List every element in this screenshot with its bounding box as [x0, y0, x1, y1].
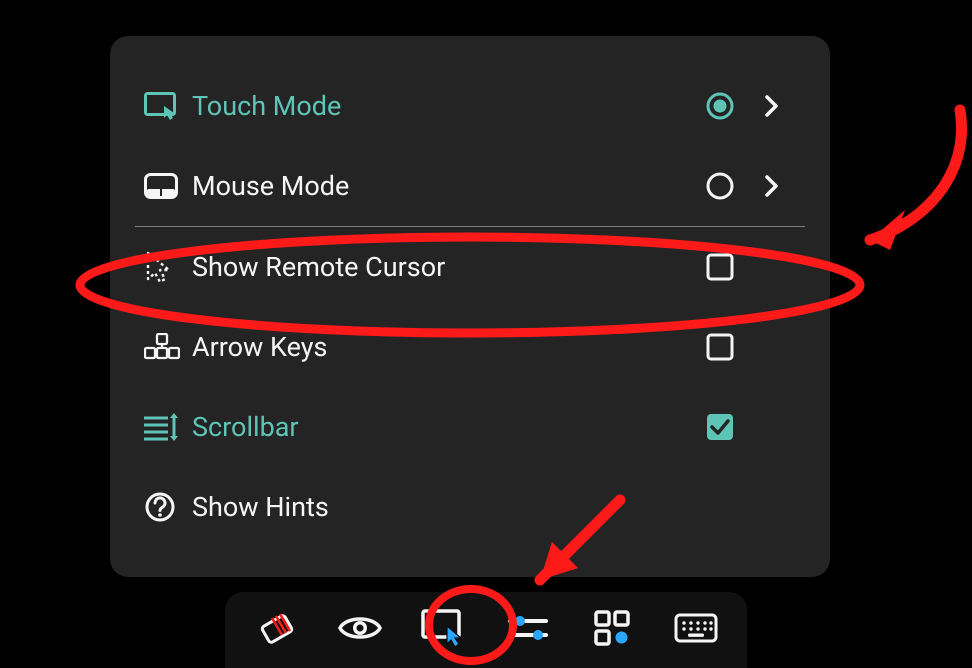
menu-item-label: Touch Mode	[192, 90, 692, 122]
touch-mode-icon	[421, 609, 467, 651]
remote-cursor-icon	[144, 251, 192, 283]
menu-item-label: Show Hints	[192, 491, 692, 523]
menu-item-mouse-mode[interactable]: Mouse Mode	[110, 146, 830, 226]
toolbar-keyboard-button[interactable]	[673, 607, 719, 653]
annotation-arrow-top	[820, 100, 970, 260]
bottom-toolbar	[225, 592, 747, 668]
settings-menu-panel: Touch Mode Mouse Mode	[110, 36, 830, 577]
touch-mode-icon	[144, 92, 192, 120]
toolbar-dashboard-button[interactable]	[589, 607, 635, 653]
checkbox-unchecked[interactable]	[692, 333, 748, 361]
eraser-icon	[256, 608, 296, 652]
menu-item-arrow-keys[interactable]: Arrow Keys	[110, 307, 830, 387]
radio-unselected[interactable]	[692, 171, 748, 201]
eye-icon	[338, 612, 382, 648]
menu-item-show-hints[interactable]: Show Hints	[110, 467, 830, 547]
chevron-right-icon[interactable]	[748, 95, 796, 117]
toolbar-cursor-button[interactable]	[421, 607, 467, 653]
radio-selected[interactable]	[692, 91, 748, 121]
toolbar-eye-button[interactable]	[337, 607, 383, 653]
chevron-right-icon[interactable]	[748, 175, 796, 197]
menu-item-label: Show Remote Cursor	[192, 251, 692, 283]
menu-item-label: Mouse Mode	[192, 170, 692, 202]
sliders-icon	[508, 613, 548, 647]
checkbox-checked[interactable]	[692, 413, 748, 441]
dashboard-icon	[594, 610, 630, 650]
menu-item-scrollbar[interactable]: Scrollbar	[110, 387, 830, 467]
menu-item-label: Scrollbar	[192, 411, 692, 443]
toolbar-sliders-button[interactable]	[505, 607, 551, 653]
keyboard-icon	[674, 613, 718, 647]
toolbar-eraser-button[interactable]	[253, 607, 299, 653]
arrow-keys-icon	[144, 333, 192, 361]
help-icon	[144, 491, 192, 523]
menu-item-show-remote-cursor[interactable]: Show Remote Cursor	[110, 227, 830, 307]
menu-divider	[135, 226, 805, 227]
menu-item-touch-mode[interactable]: Touch Mode	[110, 66, 830, 146]
menu-item-label: Arrow Keys	[192, 331, 692, 363]
scrollbar-icon	[144, 413, 192, 441]
checkbox-unchecked[interactable]	[692, 253, 748, 281]
mouse-mode-icon	[144, 173, 192, 199]
